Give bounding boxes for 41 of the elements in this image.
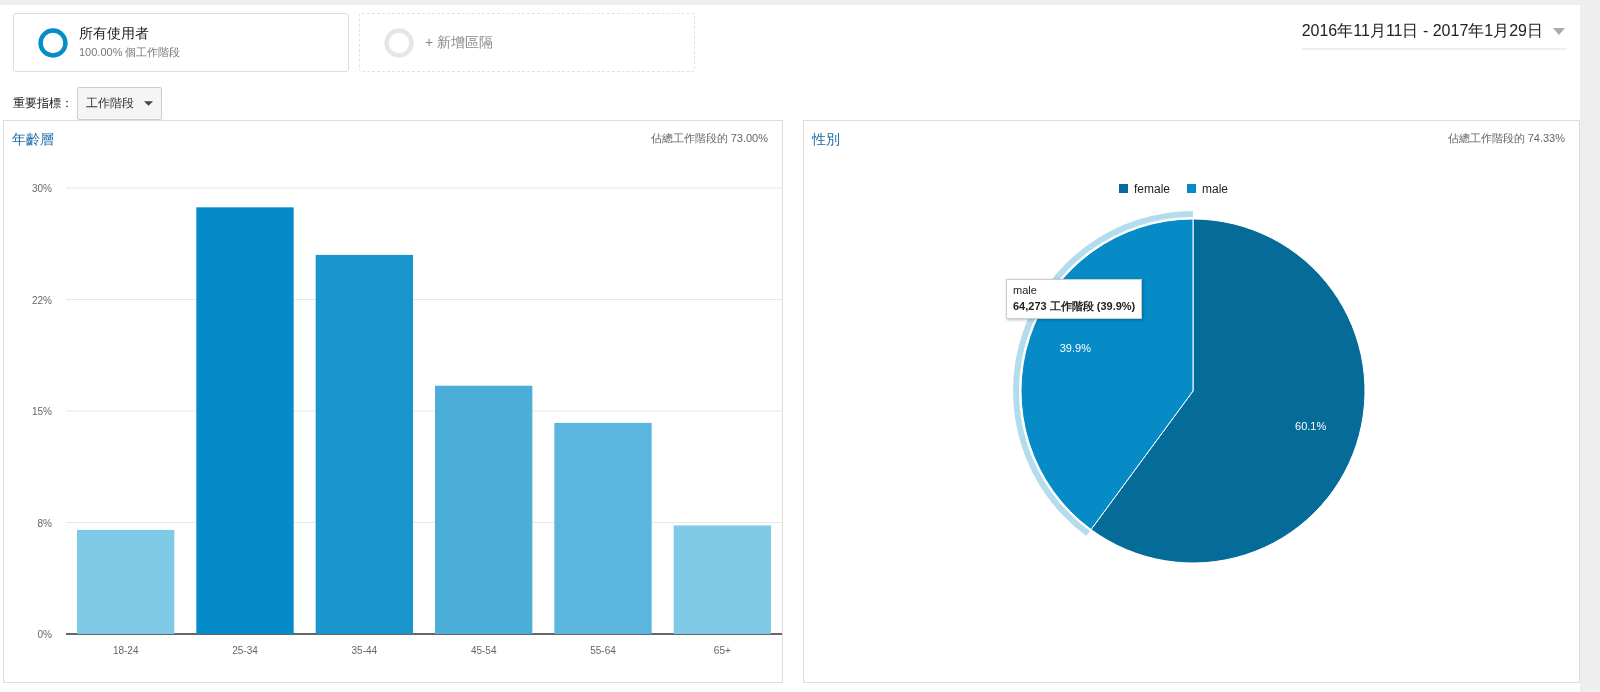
share-text: 佔總工作階段的 74.33% [1447, 131, 1565, 146]
legend-label: female [1134, 182, 1171, 196]
panel-title: 年齡層 [12, 131, 54, 149]
share-text: 佔總工作階段的 73.00% [650, 131, 768, 146]
metric-dropdown[interactable]: 工作階段 [77, 87, 162, 120]
axis-category-label: 25-34 [232, 645, 258, 656]
caret-icon [144, 101, 153, 106]
axis-tick-label: 0% [37, 629, 52, 640]
slice-label: 60.1% [1295, 419, 1327, 432]
bar[interactable] [315, 254, 413, 634]
panel-title: 性別 [812, 131, 840, 149]
segment-card[interactable]: 所有使用者 100.00% 個工作階段 [13, 13, 349, 72]
add-segment-label: + 新增區隔 [425, 33, 494, 52]
bar[interactable] [673, 525, 771, 634]
slice-label: 39.9% [1059, 342, 1091, 355]
axis-category-label: 55-64 [590, 645, 616, 656]
bar[interactable] [196, 207, 294, 634]
segment-subtitle: 100.00% 個工作階段 [79, 45, 181, 60]
axis-tick-label: 8% [37, 517, 52, 529]
date-range-picker[interactable]: 2016年11月11日 - 2017年1月29日 [1301, 21, 1567, 50]
bar[interactable] [554, 422, 652, 634]
legend-item[interactable]: female [1119, 182, 1171, 196]
axis-tick-label: 30% [32, 183, 52, 194]
axis-category-label: 18-24 [112, 645, 139, 656]
tooltip-title: male [1013, 284, 1038, 296]
axis-category-label: 35-44 [351, 645, 378, 656]
add-segment-card[interactable]: + 新增區隔 [359, 13, 695, 72]
tooltip-value: 64,273 工作階段 (39.9%) [1013, 299, 1136, 314]
bar[interactable] [77, 529, 175, 634]
caret-icon [1553, 28, 1565, 35]
axis-tick-label: 15% [32, 406, 52, 417]
legend-label: male [1202, 182, 1229, 196]
ring-icon [383, 26, 415, 59]
segment-title: 所有使用者 [79, 25, 150, 43]
axis-tick-label: 22% [32, 294, 52, 306]
ring-icon [37, 26, 69, 59]
metric-label: 重要指標： [13, 95, 73, 112]
bar[interactable] [435, 385, 533, 634]
axis-category-label: 65+ [713, 645, 731, 656]
legend-item[interactable]: male [1187, 182, 1228, 196]
axis-category-label: 45-54 [470, 645, 497, 656]
